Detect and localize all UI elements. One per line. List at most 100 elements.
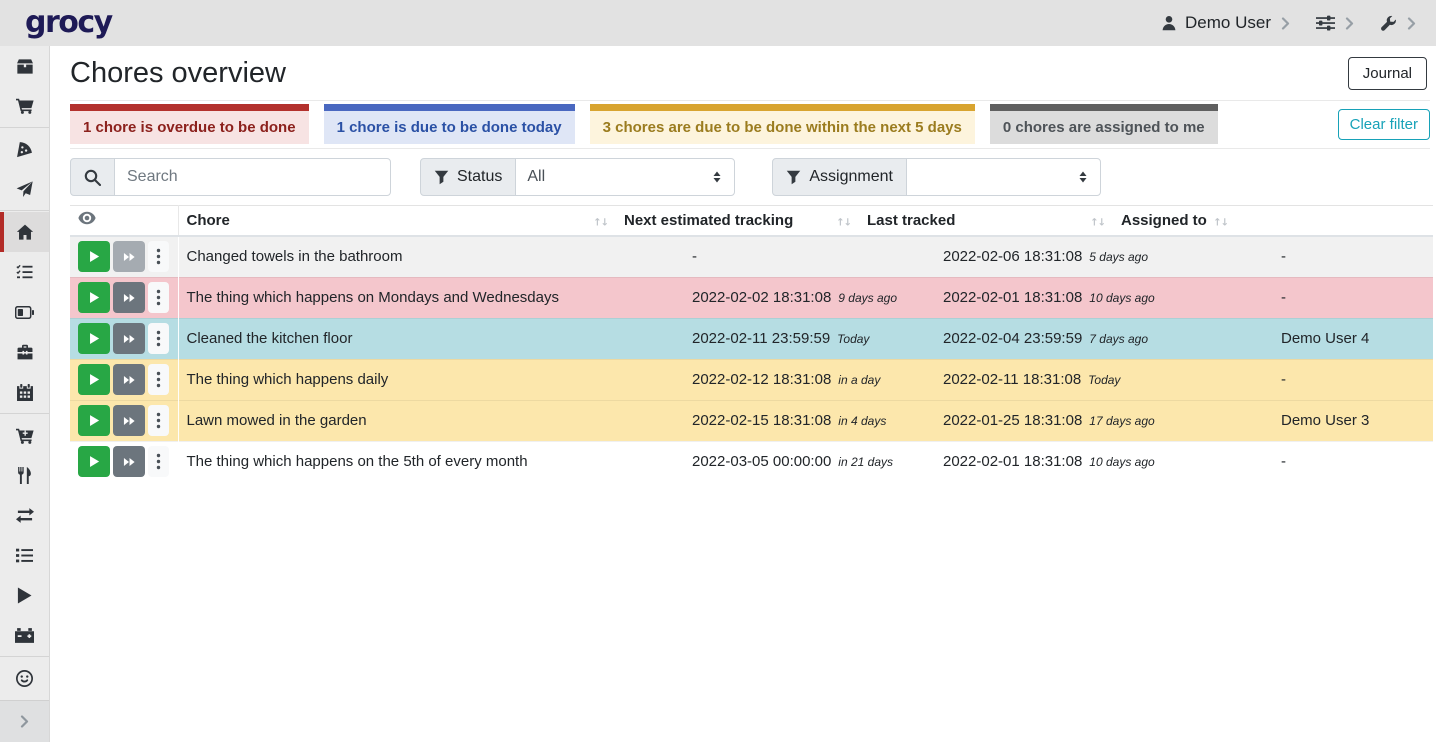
chore-more-menu-button[interactable] bbox=[148, 405, 170, 436]
next-tracking-relative: in 21 days bbox=[838, 455, 893, 469]
assigned-to-value: - bbox=[1281, 371, 1286, 388]
status-filter-select[interactable]: All bbox=[515, 158, 735, 196]
page-title: Chores overview bbox=[70, 57, 286, 90]
navbar-right: Demo User bbox=[1161, 13, 1416, 33]
ellipsis-vertical-icon bbox=[156, 248, 161, 265]
skip-chore-button[interactable] bbox=[113, 241, 145, 272]
sidebar-item-box[interactable] bbox=[0, 46, 49, 86]
chore-more-menu-button[interactable] bbox=[148, 364, 170, 395]
status-filter-card-label: 3 chores are due to be done within the n… bbox=[603, 119, 962, 136]
skip-chore-button[interactable] bbox=[113, 446, 145, 477]
next-tracking-value: 2022-02-15 18:31:08 bbox=[692, 412, 831, 429]
assignment-filter-label: Assignment bbox=[809, 168, 893, 186]
search-icon bbox=[84, 169, 101, 186]
track-chore-button[interactable] bbox=[78, 282, 110, 313]
play-icon bbox=[86, 372, 101, 387]
user-menu-label: Demo User bbox=[1185, 13, 1271, 33]
next-tracking-relative: in 4 days bbox=[838, 414, 886, 428]
next-tracking-relative: 9 days ago bbox=[838, 291, 897, 305]
chevron-right-icon bbox=[1281, 17, 1290, 30]
column-header-last-tracked[interactable]: Last tracked ↑↓ bbox=[859, 206, 1113, 237]
last-tracked-value: 2022-02-04 23:59:59 bbox=[943, 330, 1082, 347]
utensils-icon bbox=[17, 467, 32, 484]
clear-filter-button[interactable]: Clear filter bbox=[1338, 109, 1430, 140]
last-tracked-value: 2022-02-11 18:31:08 bbox=[943, 371, 1081, 388]
sidebar-item-paper-plane[interactable] bbox=[0, 169, 49, 209]
search-input[interactable] bbox=[114, 158, 391, 196]
box-icon bbox=[16, 58, 34, 75]
last-tracked-value: 2022-02-06 18:31:08 bbox=[943, 248, 1082, 265]
status-filter-card[interactable]: 3 chores are due to be done within the n… bbox=[590, 104, 975, 144]
ellipsis-vertical-icon bbox=[156, 330, 161, 347]
user-icon bbox=[1161, 15, 1177, 31]
skip-chore-button[interactable] bbox=[113, 405, 145, 436]
toolbox-icon bbox=[16, 344, 34, 360]
sidebar-item-tasks[interactable] bbox=[0, 252, 49, 292]
track-chore-button[interactable] bbox=[78, 364, 110, 395]
ellipsis-vertical-icon bbox=[156, 453, 161, 470]
track-chore-button[interactable] bbox=[78, 405, 110, 436]
skip-chore-button[interactable] bbox=[113, 323, 145, 354]
sidebar-item-cart-plus[interactable] bbox=[0, 415, 49, 455]
fast-forward-icon bbox=[121, 250, 137, 264]
sidebar-item-battery[interactable] bbox=[0, 292, 49, 332]
sidebar-divider bbox=[0, 413, 49, 414]
column-header-assigned-to[interactable]: Assigned to ↑↓ bbox=[1113, 206, 1240, 237]
skip-chore-button[interactable] bbox=[113, 364, 145, 395]
journal-button[interactable]: Journal bbox=[1348, 57, 1427, 90]
last-tracked-relative: 5 days ago bbox=[1089, 250, 1148, 264]
chore-name: Changed towels in the bathroom bbox=[187, 248, 403, 265]
sidebar-collapse-toggle[interactable] bbox=[0, 700, 49, 742]
chore-more-menu-button[interactable] bbox=[148, 446, 170, 477]
column-header-chore[interactable]: Chore ↑↓ bbox=[178, 206, 616, 237]
next-tracking-relative: Today bbox=[837, 332, 869, 346]
admin-menu[interactable] bbox=[1380, 15, 1416, 32]
sidebar-item-home[interactable] bbox=[0, 212, 49, 252]
column-header-filler bbox=[1240, 206, 1433, 237]
paper-plane-icon bbox=[16, 181, 33, 198]
track-chore-button[interactable] bbox=[78, 446, 110, 477]
sidebar-item-car-battery[interactable] bbox=[0, 615, 49, 655]
sidebar-item-smiley[interactable] bbox=[0, 658, 49, 698]
play-icon bbox=[86, 413, 101, 428]
assigned-to-value: Demo User 4 bbox=[1281, 330, 1369, 347]
chore-name: The thing which happens daily bbox=[187, 371, 389, 388]
cart-plus-icon bbox=[16, 427, 34, 444]
sidebar-item-pizza-slice[interactable] bbox=[0, 129, 49, 169]
chore-more-menu-button[interactable] bbox=[148, 323, 170, 354]
chore-more-menu-button[interactable] bbox=[148, 282, 170, 313]
user-menu[interactable]: Demo User bbox=[1161, 13, 1290, 33]
status-filter-card[interactable]: 0 chores are assigned to me bbox=[990, 104, 1218, 144]
status-filter-card[interactable]: 1 chore is overdue to be done bbox=[70, 104, 309, 144]
track-chore-button[interactable] bbox=[78, 323, 110, 354]
sidebar-item-utensils[interactable] bbox=[0, 455, 49, 495]
sidebar-item-list[interactable] bbox=[0, 535, 49, 575]
sliders-icon bbox=[1316, 15, 1335, 31]
assignment-filter-select[interactable] bbox=[906, 158, 1101, 196]
car-battery-icon bbox=[15, 628, 34, 643]
chore-more-menu-button[interactable] bbox=[148, 241, 170, 272]
skip-chore-button[interactable] bbox=[113, 282, 145, 313]
status-filter-card[interactable]: 1 chore is due to be done today bbox=[324, 104, 575, 144]
sidebar-item-exchange[interactable] bbox=[0, 495, 49, 535]
sidebar-item-play[interactable] bbox=[0, 575, 49, 615]
sidebar-divider bbox=[0, 210, 49, 211]
table-row: Changed towels in the bathroom - 2022-02… bbox=[70, 236, 1433, 277]
sidebar-item-shopping-cart[interactable] bbox=[0, 86, 49, 126]
next-tracking-value: 2022-02-02 18:31:08 bbox=[692, 289, 831, 306]
column-header-next-tracking[interactable]: Next estimated tracking ↑↓ bbox=[616, 206, 859, 237]
table-row: The thing which happens on the 5th of ev… bbox=[70, 441, 1433, 482]
grocy-logo[interactable]: grocy bbox=[25, 8, 112, 38]
track-chore-button[interactable] bbox=[78, 241, 110, 272]
chore-name: Lawn mowed in the garden bbox=[187, 412, 367, 429]
filter-funnel-icon bbox=[434, 170, 449, 185]
main-content: Chores overview Journal 1 chore is overd… bbox=[50, 46, 1436, 482]
sidebar-item-toolbox[interactable] bbox=[0, 332, 49, 372]
sidebar-item-calendar[interactable] bbox=[0, 372, 49, 412]
play-icon bbox=[17, 587, 32, 604]
table-row: Lawn mowed in the garden 2022-02-15 18:3… bbox=[70, 400, 1433, 441]
settings-menu[interactable] bbox=[1316, 15, 1354, 31]
table-row: The thing which happens on Mondays and W… bbox=[70, 277, 1433, 318]
filter-funnel-icon bbox=[786, 170, 801, 185]
assigned-to-value: - bbox=[1281, 248, 1286, 265]
